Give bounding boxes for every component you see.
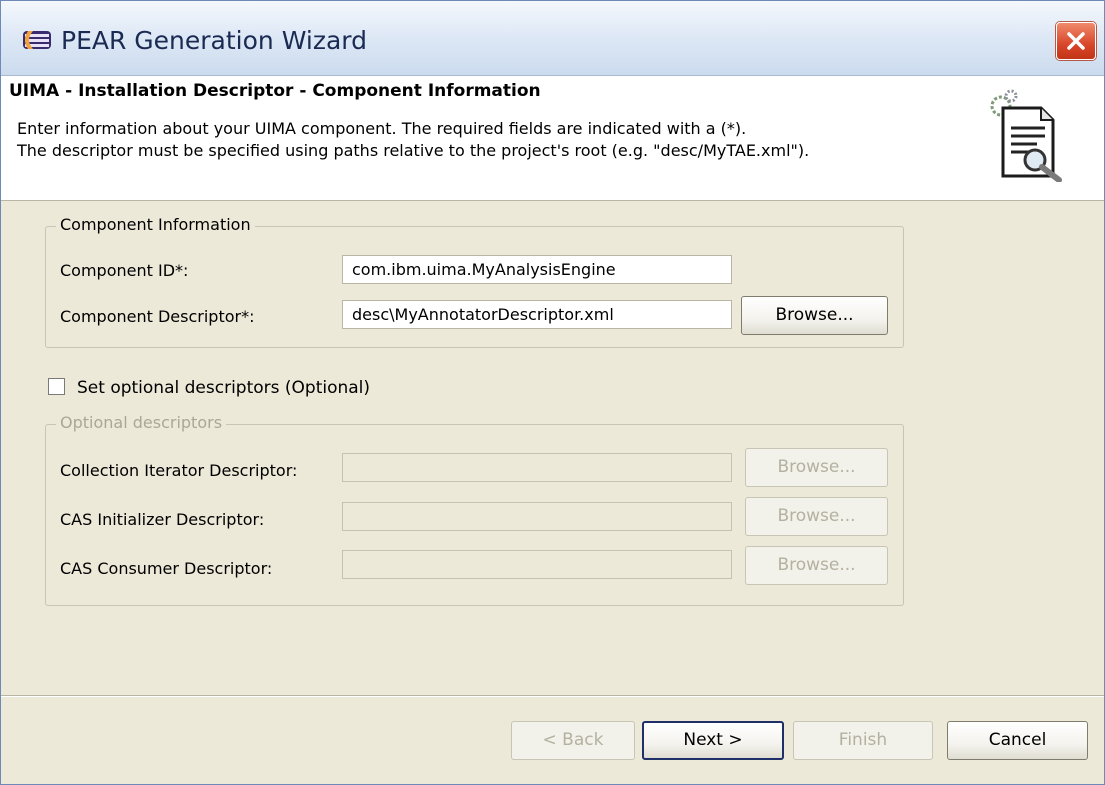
description-line-2: The descriptor must be specified using p… <box>17 141 810 160</box>
component-descriptor-label: Component Descriptor*: <box>60 307 255 326</box>
finish-button[interactable]: Finish <box>793 721 933 760</box>
cas-initializer-browse-button[interactable]: Browse... <box>745 497 888 536</box>
collection-iterator-label: Collection Iterator Descriptor: <box>60 461 298 480</box>
component-id-label: Component ID*: <box>60 261 189 280</box>
page-description: Enter information about your UIMA compon… <box>17 118 809 162</box>
collection-iterator-field[interactable] <box>342 453 732 482</box>
document-gears-icon <box>990 89 1062 182</box>
optional-descriptors-checkbox[interactable] <box>48 378 65 395</box>
description-line-1: Enter information about your UIMA compon… <box>17 119 747 138</box>
cas-consumer-browse-button[interactable]: Browse... <box>745 546 888 585</box>
wizard-window: PEAR Generation Wizard UIMA - Installati… <box>0 0 1105 785</box>
cas-initializer-label: CAS Initializer Descriptor: <box>60 510 265 529</box>
cas-initializer-field[interactable] <box>342 502 732 531</box>
eclipse-logo-icon <box>23 31 51 49</box>
page-header: UIMA - Installation Descriptor - Compone… <box>1 76 1104 201</box>
component-id-field[interactable]: com.ibm.uima.MyAnalysisEngine <box>342 255 732 284</box>
back-button[interactable]: < Back <box>511 721 635 760</box>
window-title: PEAR Generation Wizard <box>61 26 367 55</box>
component-descriptor-browse-button[interactable]: Browse... <box>741 296 888 335</box>
cas-consumer-label: CAS Consumer Descriptor: <box>60 559 273 578</box>
title-bar: PEAR Generation Wizard <box>1 1 1104 76</box>
close-icon <box>1067 32 1085 50</box>
cancel-button[interactable]: Cancel <box>947 721 1088 760</box>
component-descriptor-field[interactable]: desc\MyAnnotatorDescriptor.xml <box>342 300 732 329</box>
component-information-legend: Component Information <box>56 215 255 234</box>
collection-iterator-browse-button[interactable]: Browse... <box>745 448 888 487</box>
cas-consumer-field[interactable] <box>342 550 732 579</box>
optional-descriptors-checkbox-label[interactable]: Set optional descriptors (Optional) <box>77 378 370 398</box>
page-title: UIMA - Installation Descriptor - Compone… <box>9 81 541 101</box>
next-button[interactable]: Next > <box>642 721 784 760</box>
footer-separator <box>1 695 1104 696</box>
optional-descriptors-legend: Optional descriptors <box>56 413 227 432</box>
close-button[interactable] <box>1056 22 1096 60</box>
